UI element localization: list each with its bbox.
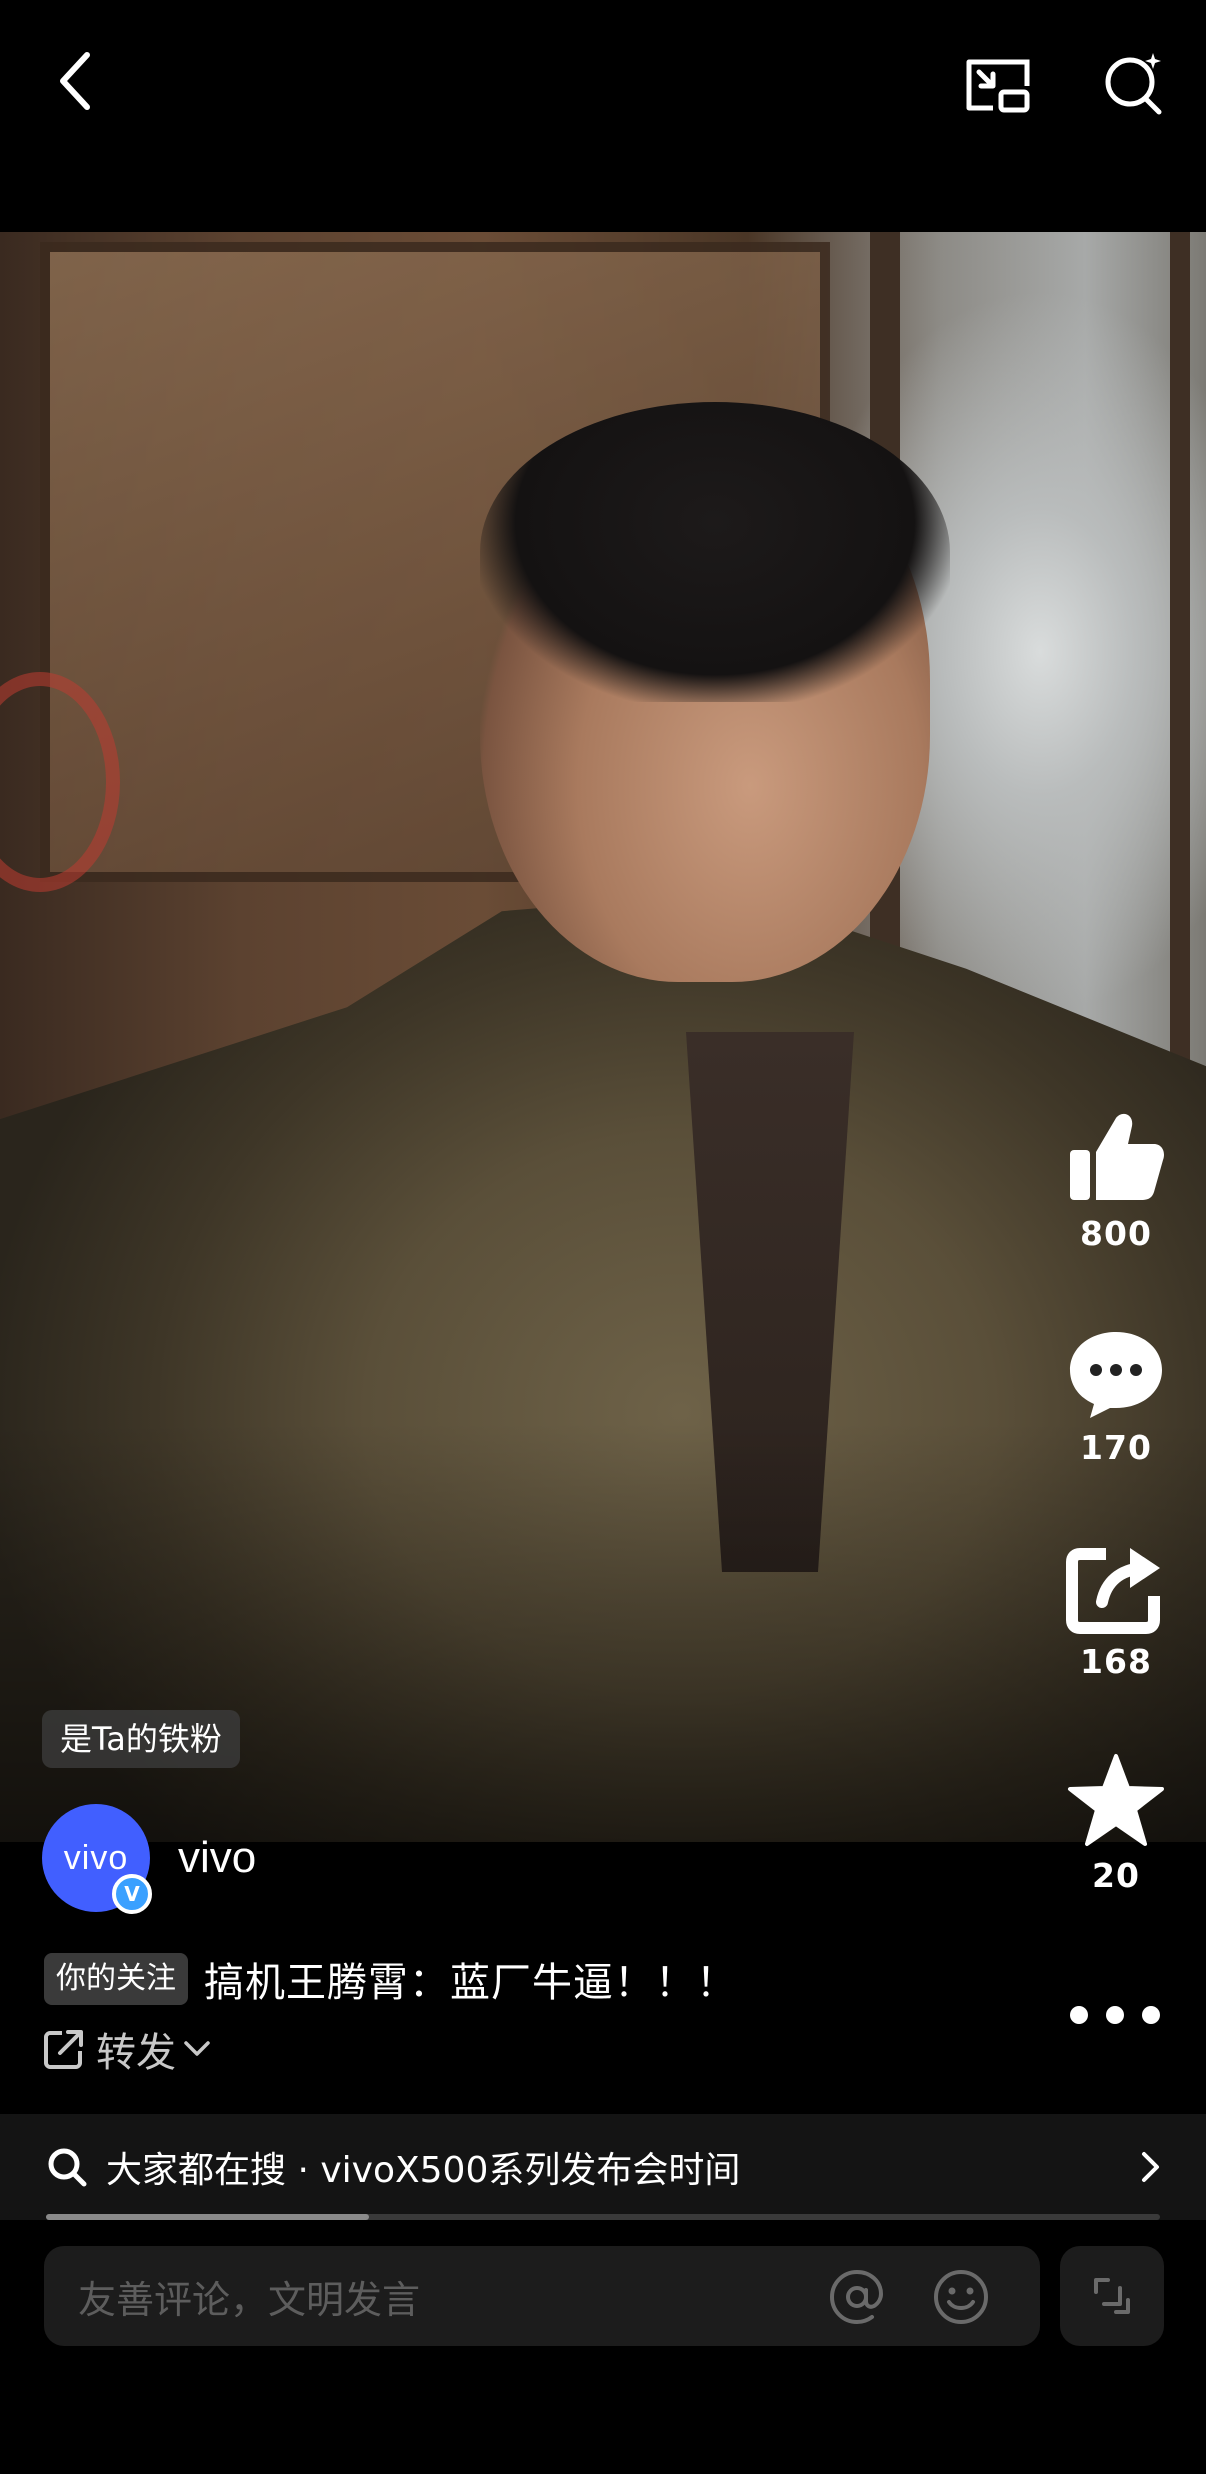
more-dots-icon	[1070, 2006, 1088, 2024]
follow-tag: 你的关注	[44, 1953, 188, 2005]
more-dots-icon	[1142, 2006, 1160, 2024]
avatar-logo-text: vivo	[63, 1838, 129, 1877]
expand-comment-button[interactable]	[1060, 2246, 1164, 2346]
back-button[interactable]	[30, 36, 120, 126]
search-icon	[1105, 53, 1162, 115]
picture-in-picture-button[interactable]	[950, 36, 1046, 132]
picture-in-picture-icon	[966, 59, 1030, 113]
comment-input[interactable]: 友善评论，文明发言	[44, 2246, 1040, 2346]
comment-placeholder: 友善评论，文明发言	[78, 2277, 421, 2322]
person-hair	[480, 402, 950, 702]
speech-bubble-icon	[1070, 1332, 1162, 1418]
at-icon[interactable]	[828, 2268, 886, 2326]
share-count: 168	[1080, 1642, 1152, 1681]
like-count: 800	[1080, 1214, 1152, 1253]
video-progress-fill	[46, 2214, 370, 2220]
search-icon	[48, 2148, 87, 2187]
repost-label: 转发	[96, 2030, 176, 2076]
search-button[interactable]	[1086, 36, 1182, 132]
comment-count: 170	[1080, 1428, 1152, 1467]
video-progress-bar[interactable]	[46, 2214, 1160, 2220]
trending-search-bar[interactable]: 大家都在搜 · vivoX500系列发布会时间	[0, 2114, 1206, 2220]
chevron-left-icon	[60, 52, 90, 110]
like-button[interactable]: 800	[1026, 1110, 1206, 1253]
author-name[interactable]: vivo	[178, 1833, 256, 1883]
top-bar	[0, 0, 1206, 232]
expand-icon	[1094, 2278, 1130, 2314]
chevron-down-icon	[184, 2041, 210, 2056]
trending-text: 大家都在搜 · vivoX500系列发布会时间	[106, 2150, 741, 2191]
chevron-right-icon	[1142, 2152, 1159, 2182]
comment-button[interactable]: 170	[1026, 1328, 1206, 1467]
fan-badge: 是Ta的铁粉	[42, 1710, 240, 1768]
emoji-icon[interactable]	[932, 2268, 990, 2326]
star-icon	[1068, 1754, 1164, 1846]
share-button[interactable]: 168	[1026, 1544, 1206, 1681]
thumbs-up-icon	[1070, 1113, 1164, 1200]
post-caption: 你的关注 搞机王腾霄：蓝厂牛逼！！！	[44, 1950, 737, 2008]
favorite-count: 20	[1092, 1856, 1140, 1895]
verified-badge: V	[112, 1874, 152, 1914]
repost-button[interactable]: 转发	[42, 2020, 212, 2078]
favorite-button[interactable]: 20	[1026, 1752, 1206, 1895]
avatar[interactable]: vivo V	[42, 1804, 152, 1914]
external-link-icon	[44, 2030, 83, 2069]
author-row[interactable]: vivo V vivo	[42, 1804, 256, 1914]
caption-text: 搞机王腾霄：蓝厂牛逼！！！	[204, 1960, 737, 2006]
more-dots-icon	[1106, 2006, 1124, 2024]
more-button[interactable]	[1070, 1990, 1160, 2040]
share-icon	[1066, 1548, 1160, 1634]
